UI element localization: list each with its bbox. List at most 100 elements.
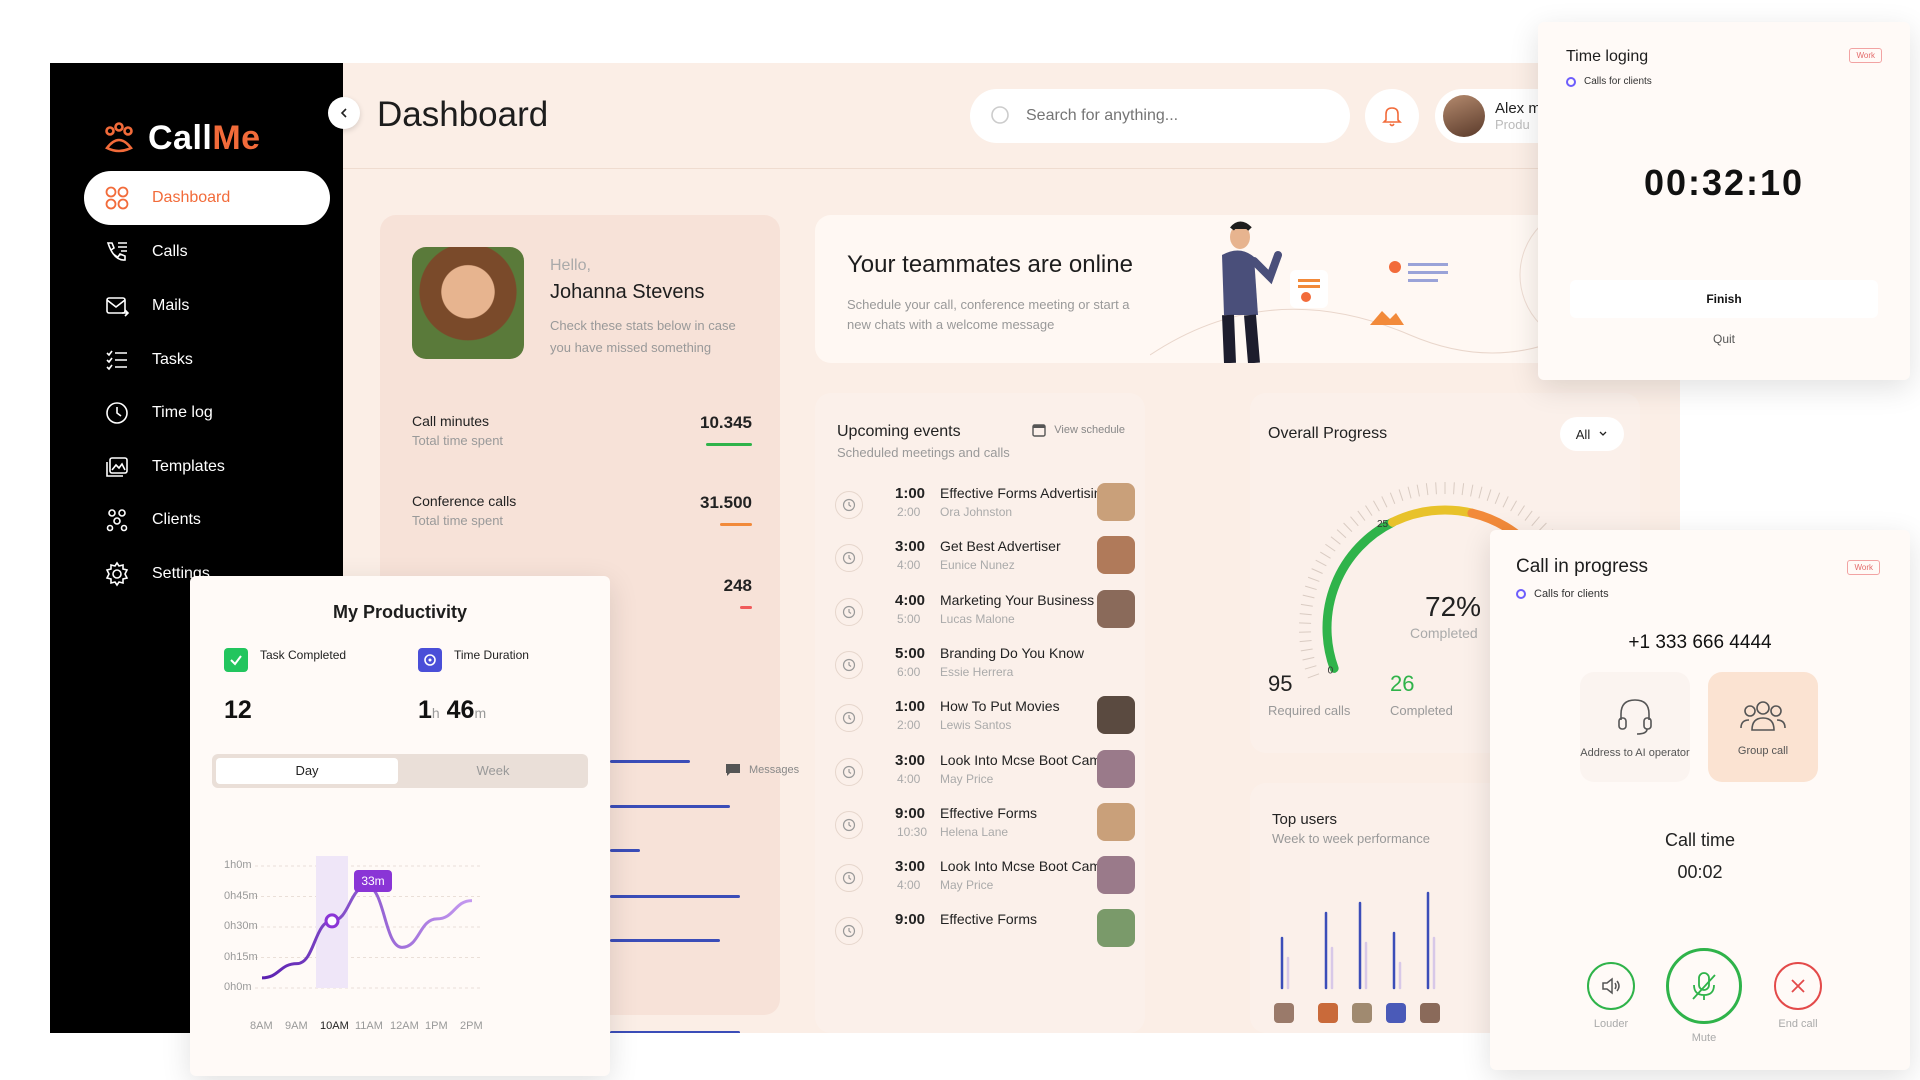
sidebar-item-time-log[interactable]: Time log — [84, 386, 330, 440]
gauge-tick — [1307, 576, 1320, 582]
event-end-time: 2:00 — [897, 505, 921, 519]
quit-button[interactable]: Quit — [1538, 332, 1910, 346]
duration-hours: 1 — [418, 696, 432, 724]
attendee-avatar — [1097, 536, 1135, 575]
end-call-label: End call — [1778, 1018, 1818, 1030]
event-end-time: 5:00 — [897, 611, 921, 626]
sidebar-item-calls[interactable]: Calls — [84, 225, 330, 279]
gauge-tick — [1425, 483, 1429, 496]
message-bar — [610, 895, 740, 898]
data-point[interactable] — [324, 913, 340, 929]
chevron-left-icon — [340, 108, 347, 118]
sidebar-item-dashboard[interactable]: Dashboard — [84, 171, 330, 225]
gauge-tick — [1304, 585, 1317, 591]
message-bar — [610, 939, 720, 942]
gauge-tick — [1365, 505, 1373, 516]
time-logging-card: Time loging Calls for clients Work 00:32… — [1538, 22, 1910, 380]
x-tick-label: 11AM — [355, 1020, 383, 1032]
end-call-button[interactable] — [1774, 962, 1822, 1010]
tasks-icon — [106, 350, 127, 371]
sidebar-item-tasks[interactable]: Tasks — [84, 333, 330, 387]
logo[interactable]: CallMe — [102, 119, 261, 158]
required-calls-value: 95 — [1268, 671, 1293, 696]
event-name: Effective Forms — [940, 804, 1037, 821]
progress-percent: 72% — [1425, 591, 1482, 622]
event-row[interactable]: 3:00 4:00 Look Into Mcse Boot Camps May … — [835, 850, 1135, 906]
messages-link[interactable]: Messages — [725, 763, 799, 777]
user-avatar — [1352, 1003, 1372, 1023]
call-title: Call in progress — [1516, 556, 1648, 577]
close-icon — [1791, 979, 1805, 993]
search-input[interactable] — [1026, 107, 1316, 125]
sidebar-item-label: Dashboard — [152, 189, 231, 206]
user-role: Produ — [1495, 117, 1530, 132]
filter-value: All — [1575, 426, 1591, 442]
sidebar-item-label: Templates — [152, 458, 225, 475]
mute-button[interactable] — [1666, 948, 1742, 1024]
stat-value: 31.500 — [700, 493, 752, 512]
gauge-tick — [1416, 484, 1420, 497]
phone-list-icon — [106, 242, 127, 261]
progress-filter-dropdown[interactable]: All — [1560, 417, 1624, 451]
event-time: 3:00 — [895, 858, 926, 876]
group-call-label: Group call — [1737, 745, 1789, 757]
ai-operator-label: Address to AI operator — [1580, 747, 1690, 759]
series-line — [261, 884, 473, 980]
group-call-button[interactable]: Group call — [1708, 672, 1818, 782]
tab-day[interactable]: Day — [216, 758, 398, 784]
event-row[interactable]: 1:00 2:00 Effective Forms Advertising Or… — [835, 477, 1135, 533]
message-bar — [610, 760, 690, 763]
duration-minutes: 46 — [446, 696, 475, 724]
banner-subtitle: Schedule your call, conference meeting o… — [847, 297, 1130, 332]
clients-icon — [106, 509, 128, 532]
event-row[interactable]: 9:00 10:30 Effective Forms Helena Lane — [835, 797, 1135, 853]
headset-icon — [1618, 699, 1652, 735]
tab-week[interactable]: Week — [402, 758, 584, 784]
sidebar-item-label: Time log — [152, 404, 213, 421]
gauge-tick — [1330, 536, 1341, 545]
search-bar[interactable] — [970, 89, 1350, 143]
gauge-tick — [1435, 482, 1437, 495]
y-tick-label: 1h0m — [224, 859, 252, 871]
gauge-tick — [1461, 483, 1465, 496]
event-row[interactable]: 1:00 2:00 How To Put Movies Lewis Santos — [835, 690, 1135, 746]
gauge-tick — [1302, 656, 1315, 661]
event-end-time: 2:00 — [897, 718, 921, 733]
clock-icon — [835, 757, 863, 786]
event-attendee: May Price — [940, 878, 994, 893]
louder-button[interactable] — [1587, 962, 1635, 1010]
collapse-sidebar-button[interactable] — [328, 97, 360, 129]
y-tick-label: 0h0m — [224, 981, 252, 993]
productivity-title: My Productivity — [332, 602, 468, 622]
productivity-line-chart — [255, 856, 480, 989]
gauge-tick — [1320, 551, 1331, 559]
completed-calls-label: Completed — [1390, 703, 1453, 718]
event-row[interactable]: 4:00 5:00 Marketing Your Business Lucas … — [835, 584, 1135, 640]
gauge-tick — [1470, 484, 1474, 497]
event-name: Effective Forms — [940, 911, 1037, 928]
finish-button[interactable]: Finish — [1570, 280, 1878, 318]
view-schedule-link[interactable]: View schedule — [1032, 423, 1125, 437]
stat-sub: Total time spent — [412, 433, 504, 448]
event-name: Look Into Mcse Boot Camps — [940, 858, 1116, 875]
event-attendee: Helena Lane — [940, 824, 1009, 839]
event-row[interactable]: 9:00 Effective Forms — [835, 903, 1135, 959]
gear-icon — [105, 561, 129, 587]
sidebar-item-mails[interactable]: Mails — [84, 279, 330, 333]
ai-operator-button[interactable]: Address to AI operator — [1580, 672, 1690, 782]
sidebar-item-clients[interactable]: Clients — [84, 493, 330, 547]
bell-icon — [1382, 107, 1402, 127]
gauge-tick — [1325, 543, 1336, 552]
stat-value: 248 — [723, 576, 752, 595]
event-row[interactable]: 5:00 6:00 Branding Do You Know Essie Her… — [835, 637, 1135, 693]
event-attendee: Ora Johnston — [940, 505, 1013, 519]
event-row[interactable]: 3:00 4:00 Get Best Advertiser Eunice Nun… — [835, 530, 1135, 586]
event-row[interactable]: 3:00 4:00 Look Into Mcse Boot Camps May … — [835, 744, 1135, 800]
y-tick-label: 0h45m — [224, 889, 258, 902]
attendee-avatar — [1097, 483, 1135, 521]
notifications-button[interactable] — [1365, 89, 1419, 143]
event-attendee: Lucas Malone — [940, 611, 1015, 626]
sidebar-item-templates[interactable]: Templates — [84, 440, 330, 494]
event-name: Look Into Mcse Boot Camps — [940, 751, 1116, 768]
gauge-tick — [1299, 613, 1312, 616]
